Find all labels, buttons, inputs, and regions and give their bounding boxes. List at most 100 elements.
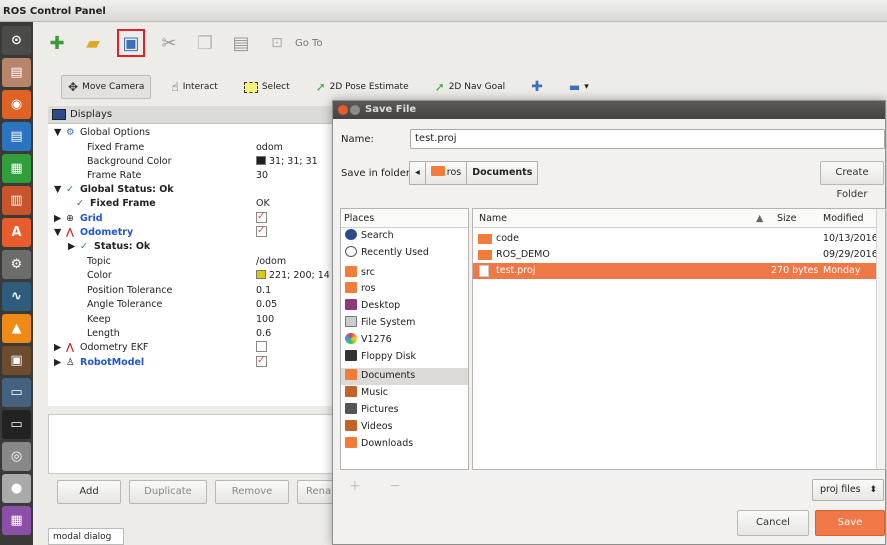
tree-row-background-color[interactable]: Background Color 31; 31; 31 <box>48 155 333 168</box>
place-v1276[interactable]: V1276 <box>341 332 468 349</box>
dvd-icon[interactable]: ● <box>2 474 31 503</box>
document-icon <box>479 265 489 277</box>
cut-icon[interactable]: ✂ <box>157 31 181 55</box>
place-recently-used[interactable]: Recently Used <box>341 245 468 262</box>
move-camera-tool[interactable]: ✥ Move Camera <box>61 75 152 99</box>
place-desktop[interactable]: Desktop <box>341 298 468 315</box>
interact-tool[interactable]: ☝ Interact <box>165 76 223 98</box>
system-monitor-icon[interactable]: ∿ <box>2 282 31 311</box>
expand-arrow-icon[interactable]: ▼ <box>54 183 61 196</box>
add-display-button[interactable]: Add <box>57 480 121 504</box>
goto-icon[interactable]: ⊡ <box>265 31 289 55</box>
tree-row-fixed-frame[interactable]: Fixed Frame odom <box>48 141 333 154</box>
calc-icon[interactable]: ▦ <box>2 154 31 183</box>
vlc-icon[interactable]: ▲ <box>2 314 31 343</box>
save-icon[interactable]: ▣ <box>117 29 145 57</box>
place-videos[interactable]: Videos <box>341 419 468 436</box>
collapse-arrow-icon[interactable]: ▶ <box>68 240 75 253</box>
odometry-ekf-checkbox[interactable] <box>256 341 267 352</box>
pose-estimate-tool[interactable]: ➚ 2D Pose Estimate <box>310 76 415 98</box>
new-file-icon[interactable]: ✚ <box>45 31 69 55</box>
ubuntu-dash-icon[interactable]: ⊙ <box>2 26 31 55</box>
minimize-icon[interactable] <box>350 105 360 115</box>
cancel-button[interactable]: Cancel <box>737 510 809 536</box>
file-type-filter[interactable]: proj files ⬍ <box>812 479 884 501</box>
terminal-icon[interactable]: ▭ <box>2 410 31 439</box>
path-segment-documents[interactable]: Documents <box>466 161 539 185</box>
tree-row-odometry-status[interactable]: ▶ ✓ Status: Ok <box>48 240 333 253</box>
tree-row-fixed-frame-status[interactable]: ✓ Fixed Frame OK <box>48 197 333 210</box>
expand-arrow-icon[interactable]: ▼ <box>54 126 61 139</box>
column-size[interactable]: Size <box>777 213 797 224</box>
path-back-button[interactable]: ◂ <box>409 161 426 185</box>
odometry-enabled-checkbox[interactable] <box>256 224 267 237</box>
bottom-tab[interactable]: modal dialog <box>48 528 124 545</box>
tree-row-topic[interactable]: Topic /odom <box>48 255 333 268</box>
files-icon[interactable]: ▤ <box>2 58 31 87</box>
add-tool-button[interactable]: ✚ <box>525 75 549 99</box>
tree-row-odometry[interactable]: ▼ ⋀ Odometry <box>48 224 333 239</box>
place-ros[interactable]: ros <box>341 281 468 298</box>
collapse-arrow-icon[interactable]: ▶ <box>54 212 61 225</box>
software-center-icon[interactable]: A <box>2 218 31 247</box>
robot-model-checkbox[interactable] <box>256 354 267 367</box>
tree-row-length[interactable]: Length 0.6 <box>48 327 333 340</box>
place-file-system[interactable]: File System <box>341 315 468 332</box>
close-icon[interactable] <box>338 105 348 115</box>
nav-goal-tool[interactable]: ➚ 2D Nav Goal <box>429 76 512 98</box>
create-folder-button[interactable]: Create Folder <box>820 161 884 200</box>
filename-input[interactable]: test.proj <box>410 129 885 149</box>
file-list-scrollbar[interactable] <box>876 209 885 469</box>
open-folder-icon[interactable]: ▰ <box>81 31 105 55</box>
monitor-icon <box>52 109 66 120</box>
tree-row-angle-tolerance[interactable]: Angle Tolerance 0.05 <box>48 298 333 311</box>
duplicate-display-button[interactable]: Duplicate <box>129 480 207 504</box>
panel-icon[interactable]: ▭ <box>2 378 31 407</box>
collapse-arrow-icon[interactable]: ▶ <box>54 341 61 354</box>
dialog-titlebar: Save File <box>333 101 885 119</box>
impress-icon[interactable]: ▥ <box>2 186 31 215</box>
rename-display-button[interactable]: Rena <box>297 480 337 504</box>
expand-arrow-icon[interactable]: ▼ <box>54 226 61 239</box>
select-tool[interactable]: Select <box>238 78 296 97</box>
place-music[interactable]: Music <box>341 385 468 402</box>
tree-row-odometry-ekf[interactable]: ▶ ⋀ Odometry EKF <box>48 341 333 354</box>
paste-icon[interactable]: ▤ <box>229 31 253 55</box>
column-modified[interactable]: Modified <box>823 213 864 224</box>
place-search[interactable]: Search <box>341 228 468 245</box>
tree-row-global-status[interactable]: ▼ ✓ Global Status: Ok <box>48 183 333 196</box>
tree-row-frame-rate[interactable]: Frame Rate 30 <box>48 169 333 182</box>
save-button[interactable]: Save <box>815 510 885 536</box>
grid-icon: ⊕ <box>66 213 74 224</box>
writer-icon[interactable]: ▤ <box>2 122 31 151</box>
place-downloads[interactable]: Downloads <box>341 436 468 453</box>
tree-row-robot-model[interactable]: ▶ ♙ RobotModel <box>48 354 333 369</box>
goto-label[interactable]: Go To <box>295 38 323 49</box>
remove-display-button[interactable]: Remove <box>215 480 289 504</box>
firefox-icon[interactable]: ◉ <box>2 90 31 119</box>
tree-row-color[interactable]: Color 221; 200; 14 <box>48 269 333 282</box>
place-documents[interactable]: Documents <box>341 368 468 386</box>
file-row[interactable]: ROS_DEMO 09/29/2016 <box>473 247 878 263</box>
tree-row-global-options[interactable]: ▼ ⚙ Global Options <box>48 126 333 139</box>
music-icon <box>345 386 357 398</box>
column-name[interactable]: Name <box>479 213 507 224</box>
terminal-app-icon[interactable]: ▣ <box>2 346 31 375</box>
path-segment-ros[interactable]: ros <box>424 161 468 185</box>
place-pictures[interactable]: Pictures <box>341 402 468 419</box>
settings-icon[interactable]: ⚙ <box>2 250 31 279</box>
remove-tool-button[interactable]: ▬ ▾ <box>563 76 595 98</box>
file-row-selected[interactable]: test.proj 270 bytes Monday <box>473 263 878 279</box>
copy-icon[interactable]: ❐ <box>193 31 217 55</box>
place-src[interactable]: src <box>341 265 468 282</box>
tree-row-position-tolerance[interactable]: Position Tolerance 0.1 <box>48 284 333 297</box>
collapse-arrow-icon[interactable]: ▶ <box>54 356 61 369</box>
workspace-icon[interactable]: ▦ <box>2 506 31 535</box>
places-add-remove[interactable]: + − <box>349 478 413 494</box>
place-floppy-disk[interactable]: Floppy Disk <box>341 349 468 366</box>
disk-icon[interactable]: ◎ <box>2 442 31 471</box>
file-row[interactable]: code 10/13/2016 <box>473 231 878 247</box>
tree-row-grid[interactable]: ▶ ⊕ Grid <box>48 210 333 225</box>
tree-row-keep[interactable]: Keep 100 <box>48 313 333 326</box>
grid-enabled-checkbox[interactable] <box>256 210 267 223</box>
